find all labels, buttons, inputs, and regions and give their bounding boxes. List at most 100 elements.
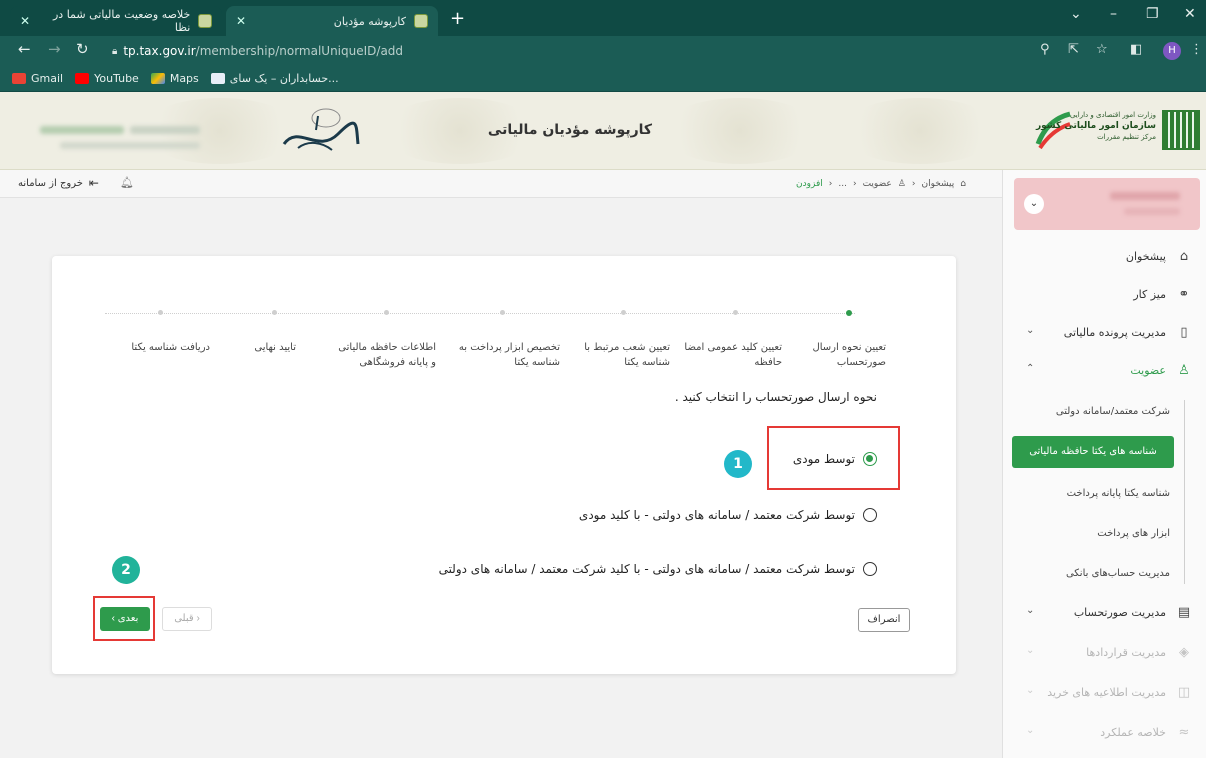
sidebar-item-purchase-notices[interactable]: ◫ مدیریت اطلاعیه های خرید bbox=[1047, 680, 1192, 704]
blurred-user-name bbox=[1110, 192, 1180, 200]
logo-line: مرکز تنظیم مقررات bbox=[1097, 133, 1156, 141]
zoom-icon[interactable]: ⚲ bbox=[1040, 42, 1050, 57]
site-title: کارپوشه مؤدیان مالیاتی bbox=[487, 122, 653, 138]
window-close-icon[interactable]: ✕ bbox=[1184, 6, 1196, 22]
sidebar-item-tax-file[interactable]: ▯ مدیریت پرونده مالیاتی bbox=[1064, 320, 1192, 344]
step-indicator bbox=[733, 310, 738, 315]
sidebar-item-label: عضویت bbox=[1130, 363, 1166, 377]
close-icon[interactable]: ✕ bbox=[20, 14, 30, 28]
blurred-user-name bbox=[1124, 208, 1180, 215]
user-icon: ♙ bbox=[897, 179, 906, 189]
sidebar-item-dashboard[interactable]: ⌂ پیشخوان bbox=[1126, 244, 1192, 268]
sidebar-item-label: مدیریت قراردادها bbox=[1086, 645, 1166, 659]
sidebar-item-label: مدیریت پرونده مالیاتی bbox=[1063, 325, 1166, 339]
sidebar-item-membership[interactable]: ♙ عضویت bbox=[1130, 358, 1192, 382]
step-label: تایید نهایی bbox=[254, 342, 296, 353]
user-profile-card[interactable]: ⌄ bbox=[1014, 178, 1200, 230]
bookmark-gmail[interactable]: Gmail bbox=[12, 72, 63, 85]
radio-option-trusted-company-own-key[interactable]: توسط شرکت معتمد / سامانه های دولتی - با … bbox=[439, 562, 877, 576]
breadcrumb-item: ... bbox=[838, 179, 847, 189]
bookmark-label: Gmail bbox=[31, 72, 64, 85]
step-indicator bbox=[621, 310, 626, 315]
invoice-icon: ▤ bbox=[1177, 604, 1191, 620]
restore-icon[interactable]: ❐ bbox=[1146, 6, 1159, 22]
step-indicator bbox=[272, 310, 277, 315]
chevron-down-icon[interactable]: ⌄ bbox=[1026, 725, 1034, 736]
logout-button[interactable]: ⇤ خروج از سامانه bbox=[18, 176, 99, 190]
star-icon[interactable]: ☆ bbox=[1096, 42, 1108, 57]
next-button[interactable]: بعدی › bbox=[100, 607, 150, 631]
chevron-down-icon[interactable]: ⌄ bbox=[1026, 605, 1034, 616]
step-indicator bbox=[500, 310, 505, 315]
bookmark-label: حسابداران – یک سای... bbox=[229, 72, 339, 85]
sidebar-subitem-unique-ids-active[interactable]: شناسه های یکتا حافظه مالیاتی bbox=[1012, 436, 1174, 468]
sidebar-item-label: مدیریت اطلاعیه های خرید bbox=[1047, 685, 1166, 699]
reload-icon[interactable]: ↻ bbox=[76, 40, 89, 58]
minimize-icon[interactable]: – bbox=[1110, 6, 1117, 22]
chevron-up-icon[interactable]: ⌃ bbox=[1026, 363, 1034, 374]
chart-icon: ≈ bbox=[1178, 724, 1190, 740]
tax-organization-emblem-icon bbox=[1162, 110, 1200, 150]
url-field[interactable]: 🔒︎ tp.tax.gov.ir/membership/normalUnique… bbox=[112, 41, 1017, 61]
blurred-user-info bbox=[40, 126, 124, 134]
sidebar-item-label: خلاصه عملکرد bbox=[1100, 725, 1166, 739]
bookmark-label: YouTube bbox=[94, 72, 139, 85]
chevron-down-icon[interactable]: ⌄ bbox=[1026, 645, 1034, 656]
back-icon[interactable]: ← bbox=[18, 40, 31, 58]
sidebar-item-performance-summary[interactable]: ≈ خلاصه عملکرد bbox=[1100, 720, 1192, 744]
breadcrumb-item[interactable]: پیشخوان bbox=[921, 179, 954, 189]
share-icon[interactable]: ⇱ bbox=[1068, 42, 1079, 57]
more-menu-icon[interactable]: ⋮ bbox=[1190, 42, 1203, 57]
option-label: توسط شرکت معتمد / سامانه های دولتی - با … bbox=[578, 508, 855, 522]
home-icon: ⌂ bbox=[960, 179, 966, 189]
site-favicon-icon bbox=[210, 73, 225, 84]
stepper-track bbox=[105, 313, 855, 317]
new-tab-button[interactable]: + bbox=[450, 8, 465, 29]
bookmark-accountants[interactable]: حسابداران – یک سای... bbox=[210, 72, 339, 85]
bookmark-maps[interactable]: Maps bbox=[150, 72, 199, 85]
radio-unselected-icon[interactable] bbox=[863, 508, 877, 522]
sidebar-item-desk[interactable]: ⚭ میز کار bbox=[1133, 282, 1192, 306]
decorative-pattern bbox=[660, 98, 820, 164]
option-label: توسط مودی bbox=[792, 452, 855, 466]
chevron-down-icon[interactable]: ⌄ bbox=[1026, 685, 1034, 696]
sidebar-subitem-bank-accounts[interactable]: مدیریت حساب‌های بانکی bbox=[1066, 568, 1170, 579]
radio-option-by-taxpayer[interactable]: توسط مودی bbox=[793, 452, 877, 466]
logout-label: خروج از سامانه bbox=[18, 177, 83, 189]
logo-line: سازمان امور مالیاتی کشور bbox=[1035, 121, 1156, 131]
radio-option-trusted-company-taxpayer-key[interactable]: توسط شرکت معتمد / سامانه های دولتی - با … bbox=[579, 508, 877, 522]
browser-tab-karposhe[interactable]: کارپوشه مؤدیان ✕ bbox=[226, 6, 438, 36]
bell-icon[interactable]: 🔔︎ bbox=[120, 176, 134, 189]
previous-button[interactable]: ‹ قبلی bbox=[162, 607, 212, 631]
chevron-down-icon[interactable]: ⌄ bbox=[1024, 194, 1044, 214]
close-icon[interactable]: ✕ bbox=[236, 14, 246, 28]
profile-avatar[interactable]: H bbox=[1163, 42, 1181, 60]
sidebar-subitem-payment-terminal[interactable]: شناسه یکتا پایانه پرداخت bbox=[1067, 488, 1170, 499]
bookmarks-bar: Gmail YouTube Maps حسابداران – یک سای... bbox=[0, 66, 1206, 92]
sidepanel-icon[interactable]: ◧ bbox=[1130, 42, 1142, 57]
radio-unselected-icon[interactable] bbox=[863, 562, 877, 576]
sidebar-item-contracts[interactable]: ◈ مدیریت قراردادها bbox=[1086, 640, 1192, 664]
sidebar-subitem-trusted-company[interactable]: شرکت معتمد/سامانه دولتی bbox=[1056, 406, 1170, 417]
chevron-down-icon[interactable]: ⌄ bbox=[1070, 6, 1082, 22]
sidebar-item-label: میز کار bbox=[1133, 287, 1166, 301]
file-icon: ▯ bbox=[1180, 324, 1188, 340]
form-question: نحوه ارسال صورتحساب را انتخاب کنید . bbox=[674, 390, 877, 404]
sidebar-item-invoice-management[interactable]: ▤ مدیریت صورتحساب bbox=[1074, 600, 1192, 624]
url-path: /membership/normalUniqueID/add bbox=[195, 44, 404, 58]
user-icon: ♙ bbox=[1178, 362, 1190, 378]
step-label: اطلاعات حافظه مالیاتی و پایانه فروشگاهی bbox=[338, 342, 436, 368]
chevron-down-icon[interactable]: ⌄ bbox=[1026, 325, 1034, 336]
blurred-user-info bbox=[60, 142, 200, 149]
browser-tab-tax-summary[interactable]: خلاصه وضعیت مالیاتی شما در نظا ✕ bbox=[10, 6, 222, 36]
forward-icon[interactable]: → bbox=[48, 40, 61, 58]
step-indicator bbox=[158, 310, 163, 315]
cancel-button[interactable]: انصراف bbox=[858, 608, 910, 632]
blurred-user-info bbox=[130, 126, 200, 134]
bookmark-youtube[interactable]: YouTube bbox=[75, 72, 139, 85]
submenu-guide-line bbox=[1184, 400, 1185, 584]
sidebar-subitem-payment-tools[interactable]: ابزار های پرداخت bbox=[1097, 528, 1170, 539]
gmail-icon bbox=[12, 73, 26, 84]
breadcrumb-item[interactable]: عضویت bbox=[863, 179, 892, 189]
radio-selected-icon[interactable] bbox=[863, 452, 877, 466]
